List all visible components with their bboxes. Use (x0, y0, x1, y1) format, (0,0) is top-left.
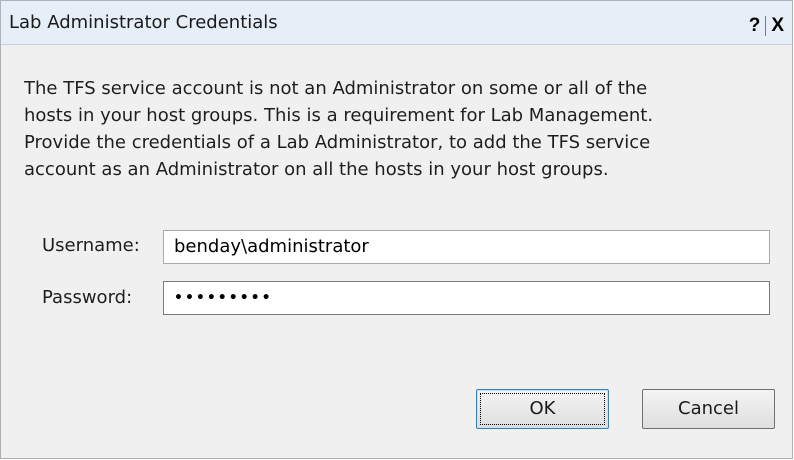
dialog-title: Lab Administrator Credentials (9, 12, 278, 33)
help-button[interactable]: ? (745, 16, 765, 36)
close-button[interactable]: X (767, 16, 788, 36)
password-label: Password: (42, 287, 133, 308)
message-line: hosts in your host groups. This is a req… (24, 105, 654, 126)
cancel-button-label: Cancel (678, 398, 739, 419)
password-field[interactable]: ••••••••• (163, 281, 770, 315)
credentials-dialog: Lab Administrator Credentials ? X The TF… (0, 0, 793, 459)
title-bar[interactable]: Lab Administrator Credentials ? X (1, 1, 792, 45)
ok-button[interactable]: OK (476, 389, 609, 429)
cancel-button[interactable]: Cancel (642, 389, 775, 429)
message-line: The TFS service account is not an Admini… (24, 78, 648, 99)
message-line: account as an Administrator on all the h… (24, 159, 609, 180)
title-bar-buttons: ? X (745, 15, 788, 37)
title-bar-separator (765, 16, 767, 36)
message-line: Provide the credentials of a Lab Adminis… (24, 132, 651, 153)
username-label: Username: (42, 235, 140, 256)
focus-rectangle (480, 393, 605, 425)
username-field[interactable]: benday\administrator (163, 230, 770, 264)
message-text: The TFS service account is not an Admini… (24, 75, 784, 183)
